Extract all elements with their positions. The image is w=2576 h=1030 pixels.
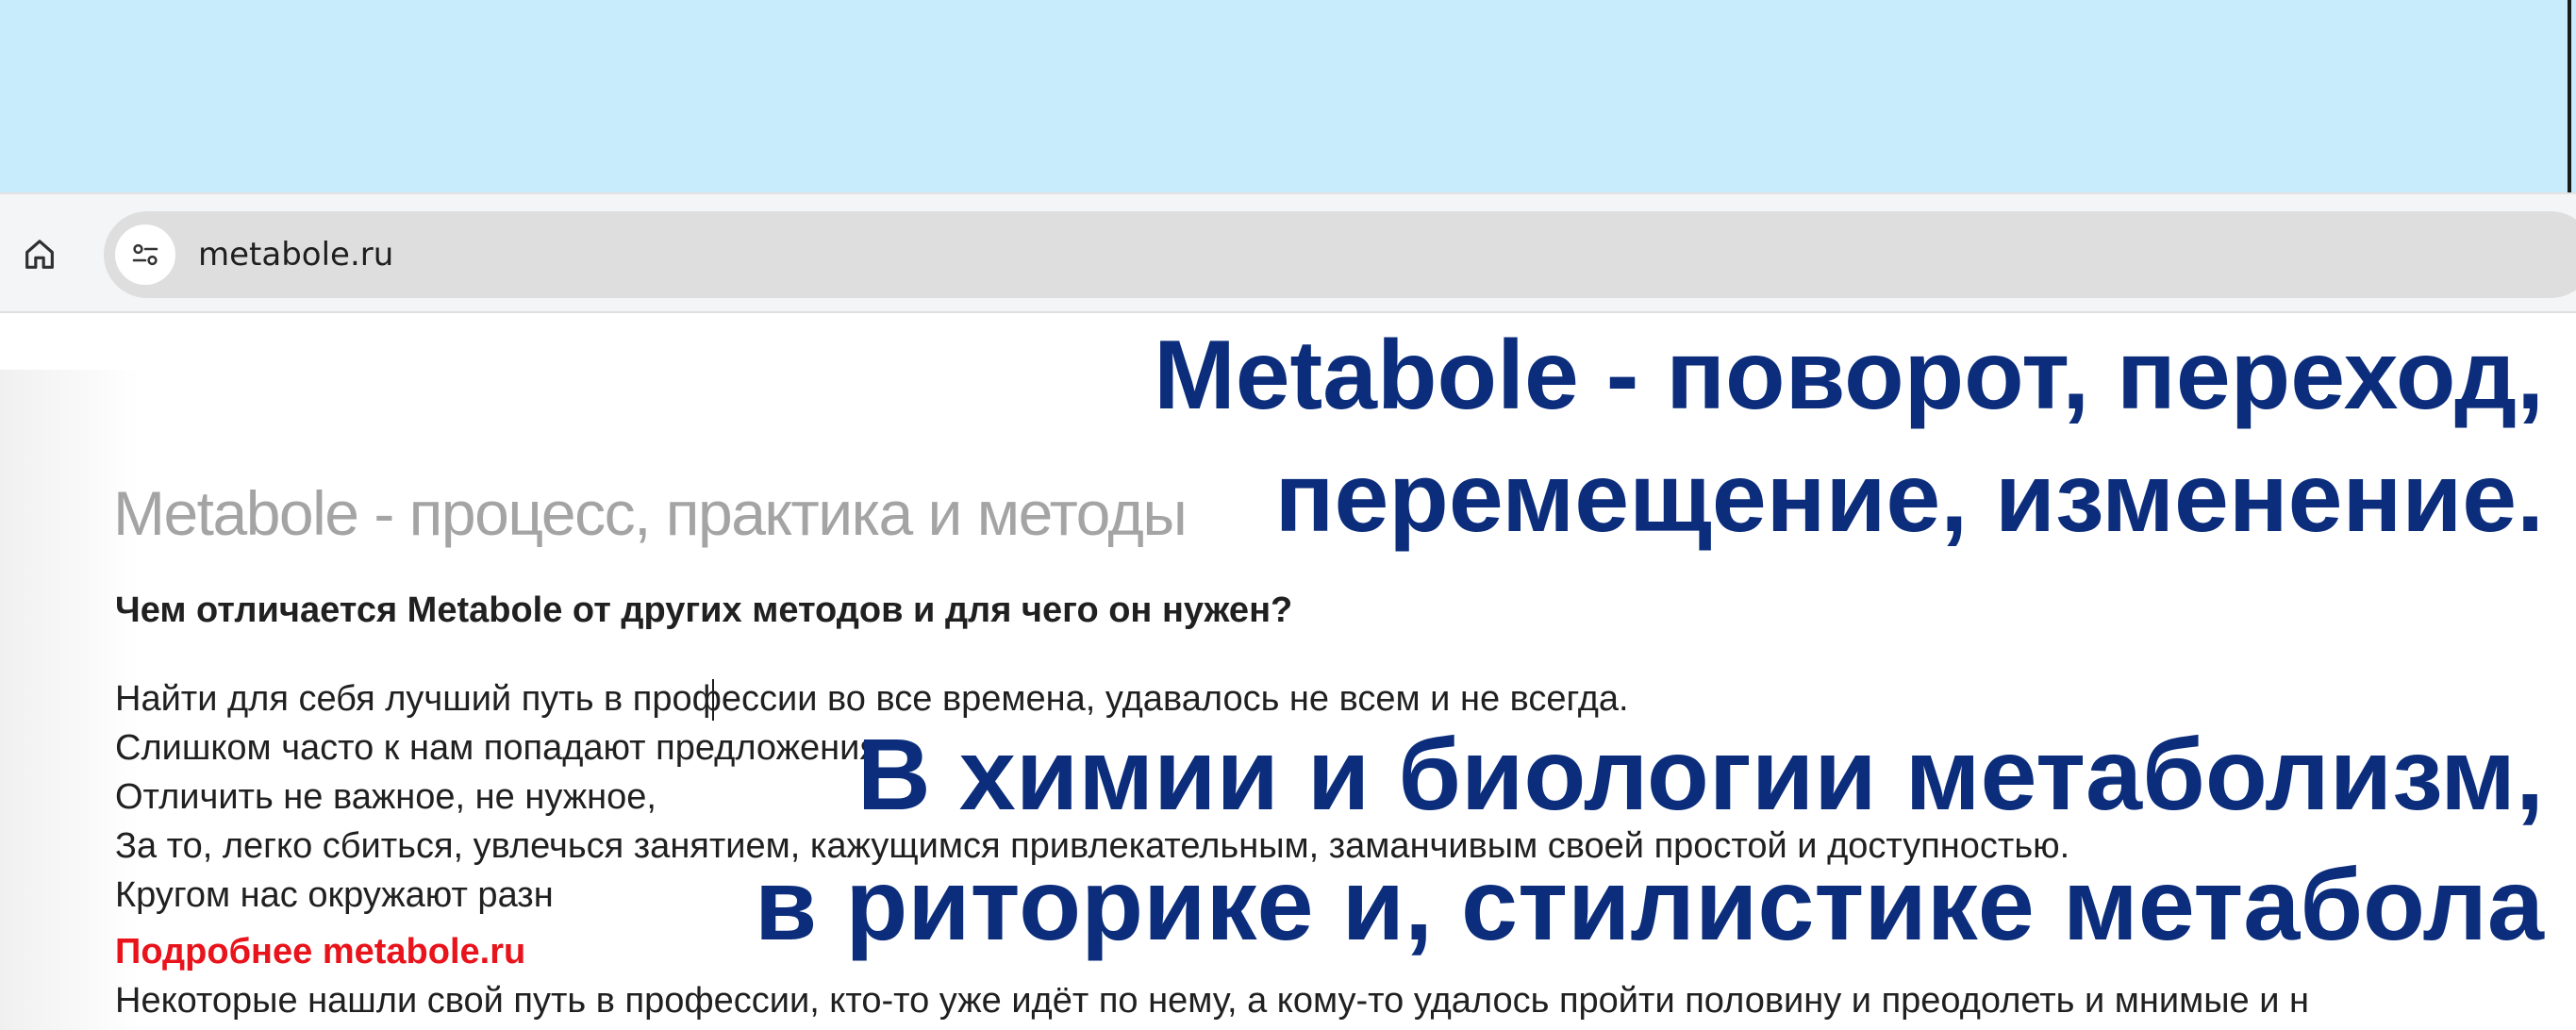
article-line-6: Некоторые нашли свой путь в профессии, к…: [115, 981, 2310, 1021]
top-banner-band: [0, 0, 2576, 192]
overlay-heading-line-2: перемещение, изменение.: [1274, 443, 2544, 553]
article-line-3: Отличить не важное, не нужное,: [115, 777, 656, 817]
overlay-heading-line-3: В химии и биологии метаболизм,: [856, 717, 2544, 831]
article-title: Metabole - процесс, практика и методы: [113, 478, 1188, 548]
home-icon: [25, 240, 54, 269]
url-text[interactable]: metabole.ru: [198, 211, 393, 298]
overlay-heading-line-4: в риторике и, стилистике метабола: [754, 847, 2544, 961]
more-link[interactable]: Подробнее metabole.ru: [115, 932, 525, 972]
article-line-5: Кругом нас окружают разн: [115, 875, 554, 915]
overlay-heading-line-1: Metabole - поворот, переход,: [1154, 321, 2544, 430]
article-question: Чем отличается Metabole от других методо…: [115, 590, 1293, 630]
banner-edge-divider: [2568, 0, 2571, 192]
address-bar[interactable]: metabole.ru: [104, 211, 2576, 298]
site-info-button[interactable]: [115, 224, 175, 285]
home-button[interactable]: [13, 228, 66, 281]
tune-icon: [132, 243, 158, 266]
text-cursor: [712, 679, 714, 721]
browser-toolbar: metabole.ru: [0, 192, 2576, 313]
article-line-2: Слишком часто к нам попадают предложения: [115, 728, 879, 768]
